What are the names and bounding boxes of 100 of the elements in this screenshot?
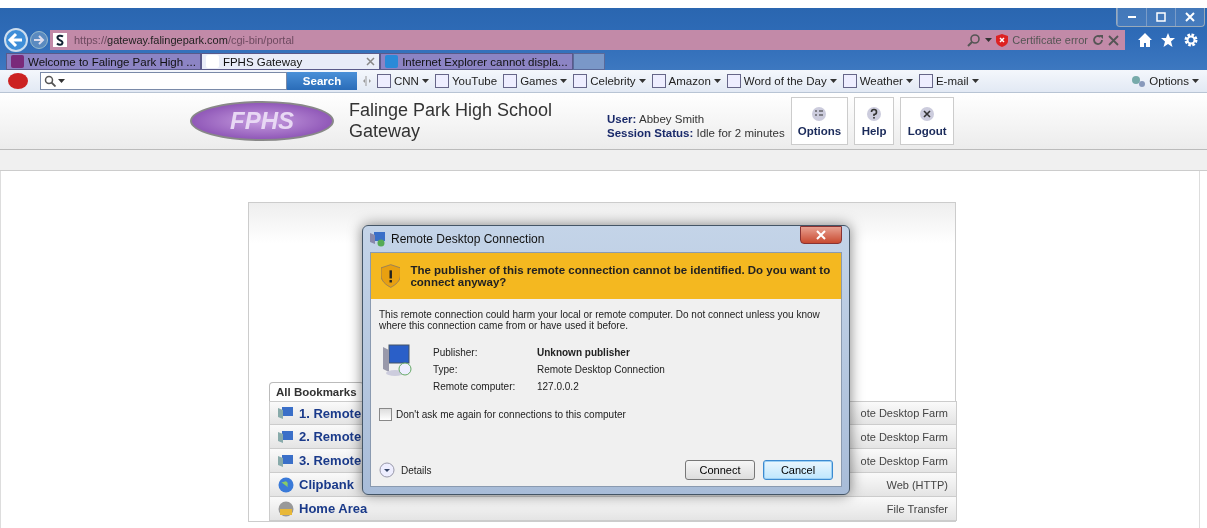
session-status: Session Status: Idle for 2 minutes: [607, 126, 785, 140]
globe-icon: [278, 476, 294, 493]
close-icon: [1182, 10, 1198, 24]
help-button[interactable]: Help: [854, 97, 895, 145]
bookmark-name: Clipbank: [299, 477, 354, 492]
search-icon: [44, 75, 56, 87]
caret-icon: [421, 79, 429, 83]
favorite-link[interactable]: Celebrity: [573, 74, 646, 88]
stop-icon: [1108, 34, 1119, 46]
favorite-link[interactable]: Games: [503, 74, 568, 88]
restore-button[interactable]: [1146, 8, 1175, 26]
url-text: https://gateway.falingepark.com/cgi-bin/portal: [74, 34, 294, 46]
close-button[interactable]: [800, 226, 842, 244]
warning-message: This remote connection could harm your local or remote computer. Do not connect unless you know where this connection came from or have used it before.: [379, 309, 821, 331]
refresh-icon: [1092, 34, 1104, 46]
browser-tab[interactable]: Internet Explorer cannot displa...: [380, 53, 573, 70]
site-title: Falinge Park High School: [349, 100, 554, 121]
remote-desktop-icon: [370, 231, 386, 247]
field-label: Publisher:: [433, 347, 479, 358]
caret-icon: [971, 79, 979, 83]
field-value: Unknown publisher: [537, 347, 631, 358]
caret-icon: [713, 79, 721, 83]
bookmark-name: 1. Remote: [299, 405, 362, 421]
bookmark-type: Web (HTTP): [886, 478, 948, 491]
school-logo: FPHS: [190, 101, 334, 141]
bookmark-type: ote Desktop Farm: [860, 454, 948, 467]
favorite-link[interactable]: Amazon: [651, 74, 721, 88]
caret-icon: [560, 79, 568, 83]
close-icon: [366, 57, 376, 66]
dialog-button[interactable]: Cancel: [763, 460, 833, 480]
shield-error-icon: [996, 33, 1009, 47]
computer-icon: [278, 452, 294, 469]
bookmark-type: File Transfer: [886, 502, 948, 515]
caret-icon: [638, 79, 646, 83]
field-value: Remote Desktop Connection: [537, 364, 665, 375]
minimize-icon: [1128, 16, 1136, 18]
bookmark-name: 2. Remote: [299, 429, 362, 444]
favicon-icon: [651, 74, 666, 88]
favicon-icon: [842, 74, 857, 88]
page-icon: [11, 55, 24, 68]
checkbox-label: Don't ask me again for connections to this computer: [396, 409, 626, 420]
caret-icon: [1192, 79, 1199, 83]
field-label: Type:: [433, 364, 459, 375]
browser-tab[interactable]: Welcome to Falinge Park High ...: [6, 53, 201, 70]
favicon-icon: [503, 74, 518, 88]
details-toggle[interactable]: Details: [379, 462, 432, 478]
forward-button[interactable]: [30, 31, 48, 49]
new-tab-button[interactable]: [572, 53, 605, 70]
caret-icon: [58, 79, 65, 83]
search-icon: [967, 33, 982, 47]
favicon-icon: [377, 74, 391, 88]
dialog-button[interactable]: Connect: [685, 460, 755, 480]
computer-icon: [383, 343, 413, 377]
computer-icon: [278, 405, 294, 421]
bookmark-name: 3. Remote: [299, 453, 362, 468]
address-bar[interactable]: https://gateway.falingepark.com/cgi-bin/portal Certificate error: [50, 30, 1125, 50]
search-field[interactable]: [40, 72, 287, 90]
favorite-link[interactable]: Weather: [842, 74, 913, 88]
page-icon: [205, 55, 219, 68]
favorite-link[interactable]: CNN: [377, 74, 429, 88]
favicon-icon: [726, 74, 741, 88]
favicon-icon: [434, 74, 449, 88]
favorite-link[interactable]: Word of the Day: [726, 74, 837, 88]
bookmark-type: ote Desktop Farm: [860, 407, 948, 419]
bookmarks-tab[interactable]: All Bookmarks: [269, 382, 364, 401]
user-info: User: Abbey Smith: [607, 112, 706, 126]
site-icon: [53, 33, 67, 47]
grip-icon: [363, 75, 371, 87]
expand-icon: [379, 462, 395, 478]
logout-button[interactable]: Logout: [900, 97, 955, 145]
close-button[interactable]: [1175, 8, 1204, 26]
search-button[interactable]: Search: [287, 72, 357, 90]
warning-text: The publisher of this remote connection cannot be identified. Do you want to connect anyway?: [410, 264, 831, 288]
favorite-link[interactable]: YouTube: [434, 74, 498, 88]
field-label: Remote computer:: [433, 381, 517, 392]
options-menu[interactable]: Options: [1130, 74, 1199, 88]
forward-arrow-icon: [32, 33, 46, 47]
restore-icon: [1153, 10, 1169, 24]
minimize-button[interactable]: [1117, 8, 1146, 26]
caret-icon: [905, 79, 913, 83]
dialog-title: Remote Desktop Connection: [391, 232, 545, 246]
warning-shield-icon: [381, 262, 401, 290]
logout-icon: [919, 105, 936, 122]
back-button[interactable]: [4, 28, 28, 52]
help-icon: [866, 105, 883, 122]
computer-icon: [278, 428, 294, 445]
favorite-link[interactable]: E-mail: [918, 74, 979, 88]
browser-tab[interactable]: FPHS Gateway: [200, 53, 381, 70]
favicon-icon: [573, 74, 588, 88]
star-icon: [1160, 32, 1176, 48]
bookmark-row[interactable]: Home Area File Transfer: [269, 497, 957, 521]
favicon-icon: [918, 74, 933, 88]
checkbox[interactable]: [379, 408, 392, 421]
options-button[interactable]: Options: [790, 97, 849, 145]
bookmark-name: Home Area: [299, 501, 368, 516]
settings-icon: [1183, 32, 1199, 48]
close-icon: [815, 230, 827, 240]
options-icon: [811, 105, 828, 122]
site-subtitle: Gateway: [349, 121, 422, 142]
caret-icon: [829, 79, 837, 83]
